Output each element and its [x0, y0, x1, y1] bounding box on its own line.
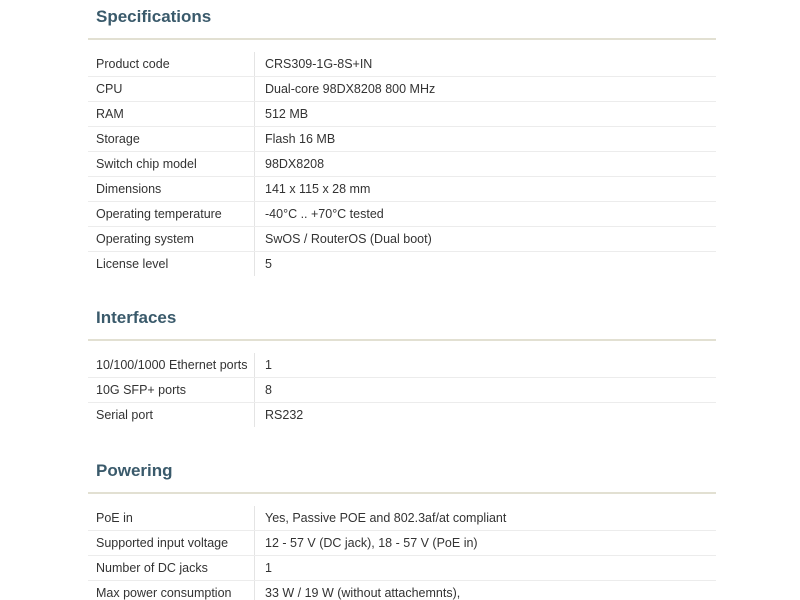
row-label: Operating system — [88, 226, 255, 252]
interfaces-heading: Interfaces — [96, 308, 177, 327]
row-value: SwOS / RouterOS (Dual boot) — [254, 226, 716, 252]
row-value: RS232 — [265, 408, 304, 422]
table-row: Dimensions 141 x 115 x 28 mm — [88, 176, 716, 202]
section-divider — [88, 38, 716, 40]
row-label: Switch chip model — [88, 151, 255, 177]
table-row: CPU Dual-core 98DX8208 800 MHz — [88, 76, 716, 102]
row-label: PoE in — [88, 506, 255, 531]
table-row: Max power consumption 33 W / 19 W (withou… — [88, 580, 716, 600]
table-row: License level 5 — [88, 251, 716, 276]
powering-table: PoE in Yes, Passive POE and 802.3af/at co… — [88, 506, 716, 600]
table-row: 10G SFP+ ports 8 — [88, 377, 716, 403]
table-row: Number of DC jacks 1 — [88, 555, 716, 581]
interfaces-section: Interfaces 10/100/1000 Ethernet ports 1 1… — [88, 307, 716, 427]
section-divider — [88, 492, 716, 494]
row-label: Storage — [88, 126, 255, 152]
row-value: Flash 16 MB — [254, 126, 716, 152]
row-label: RAM — [88, 101, 255, 127]
interfaces-table: 10/100/1000 Ethernet ports 1 10G SFP+ por… — [88, 353, 716, 427]
row-value: 98DX8208 — [254, 151, 716, 177]
row-value: CRS309-1G-8S+IN — [254, 52, 716, 77]
row-value: 8 — [254, 377, 716, 403]
row-label: Number of DC jacks — [88, 555, 255, 581]
row-label: Product code — [88, 52, 255, 77]
table-row: Operating temperature -40°C .. +70°C test… — [88, 201, 716, 227]
row-label: CPU — [88, 76, 255, 102]
row-label: Dimensions — [88, 176, 255, 202]
powering-section: Powering PoE in Yes, Passive POE and 802.… — [88, 460, 716, 600]
spec-page: Specifications Product code CRS309-1G-8S+… — [0, 0, 800, 600]
row-label: Operating temperature — [88, 201, 255, 227]
table-row: Operating system SwOS / RouterOS (Dual bo… — [88, 226, 716, 252]
table-row: Serial port RS232 — [88, 402, 716, 427]
row-label: 10G SFP+ ports — [88, 377, 255, 403]
row-value: 12 - 57 V (DC jack), 18 - 57 V (PoE in) — [254, 530, 716, 556]
row-label: License level — [88, 251, 255, 276]
table-row: Switch chip model 98DX8208 — [88, 151, 716, 177]
row-value: Dual-core 98DX8208 800 MHz — [254, 76, 716, 102]
row-value: 141 x 115 x 28 mm — [254, 176, 716, 202]
row-label: Serial port — [88, 402, 255, 427]
specifications-section: Specifications Product code CRS309-1G-8S+… — [88, 6, 716, 276]
specifications-heading: Specifications — [96, 7, 212, 26]
row-value: Yes, Passive POE and 802.3af/at complian… — [254, 506, 716, 531]
table-row: 10/100/1000 Ethernet ports 1 — [88, 353, 716, 378]
table-row: Supported input voltage 12 - 57 V (DC jac… — [88, 530, 716, 556]
row-label: Max power consumption — [88, 580, 255, 600]
row-value: 1 — [254, 555, 716, 581]
specifications-table: Product code CRS309-1G-8S+IN CPU Dual-core… — [88, 52, 716, 276]
row-value: -40°C .. +70°C tested — [254, 201, 716, 227]
row-value: 1 — [254, 353, 716, 378]
table-row: PoE in Yes, Passive POE and 802.3af/at co… — [88, 506, 716, 531]
row-label: 10/100/1000 Ethernet ports — [88, 353, 255, 378]
row-value: 5 — [265, 257, 272, 271]
section-divider — [88, 339, 716, 341]
table-row: RAM 512 MB — [88, 101, 716, 127]
powering-heading: Powering — [96, 461, 173, 480]
table-row: Product code CRS309-1G-8S+IN — [88, 52, 716, 77]
row-label: Supported input voltage — [88, 530, 255, 556]
table-row: Storage Flash 16 MB — [88, 126, 716, 152]
row-value: 512 MB — [254, 101, 716, 127]
row-value: 33 W / 19 W (without attachemnts), — [265, 586, 461, 600]
